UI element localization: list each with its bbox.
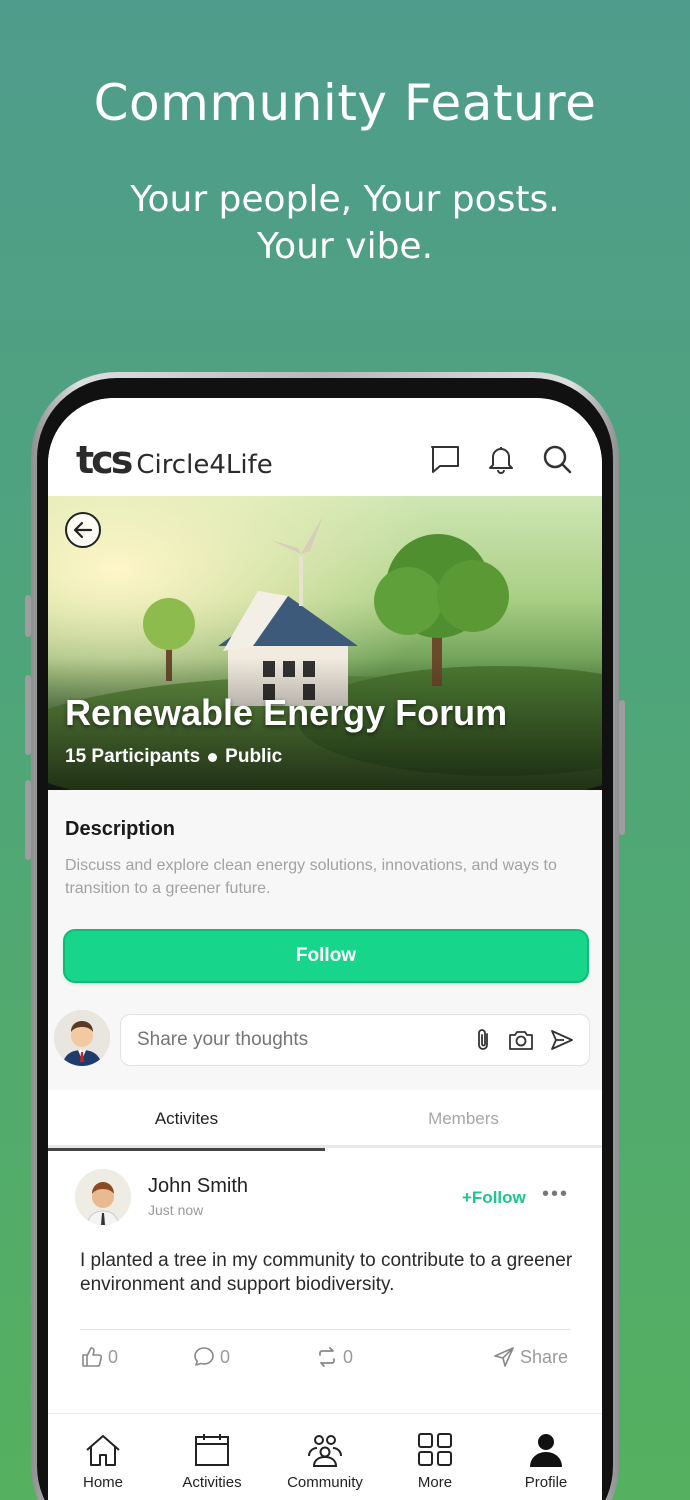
- nav-more[interactable]: More: [385, 1432, 485, 1491]
- composer-actions: [473, 1027, 575, 1053]
- follow-button[interactable]: Follow: [63, 929, 589, 983]
- logo-mark: tcs: [76, 438, 133, 482]
- participants-count: 15 Participants: [65, 746, 201, 767]
- forum-title: Renewable Energy Forum: [65, 692, 508, 733]
- share-button[interactable]: Share: [492, 1345, 568, 1369]
- nav-activities[interactable]: Activities: [162, 1432, 262, 1491]
- post-more-button[interactable]: •••: [542, 1183, 569, 1206]
- bell-icon[interactable]: [484, 442, 518, 476]
- nav-profile[interactable]: Profile: [496, 1432, 596, 1491]
- forum-tabs: Activites Members: [48, 1090, 602, 1151]
- post-divider: [80, 1329, 570, 1330]
- nav-community[interactable]: Community: [275, 1432, 375, 1491]
- share-composer: [120, 1014, 590, 1066]
- person-icon: [530, 1434, 562, 1467]
- nav-home[interactable]: Home: [53, 1432, 153, 1491]
- grid-icon: [418, 1433, 452, 1466]
- nav-activities-label: Activities: [182, 1474, 242, 1491]
- repost-button[interactable]: 0: [315, 1345, 353, 1369]
- meta-separator-dot: [208, 752, 218, 762]
- calendar-icon: [195, 1434, 229, 1466]
- share-label: Share: [520, 1346, 569, 1367]
- post-text: I planted a tree in my community to cont…: [80, 1250, 573, 1295]
- home-icon: [86, 1435, 120, 1466]
- nav-more-label: More: [417, 1474, 453, 1491]
- repost-count: 0: [343, 1346, 354, 1367]
- post-actions: 0 0 0 Share: [80, 1345, 570, 1375]
- nav-profile-label: Profile: [524, 1474, 568, 1491]
- app-logo[interactable]: tcs Circle4Life: [76, 438, 273, 482]
- post-follow-button[interactable]: +Follow: [462, 1188, 526, 1208]
- nav-community-label: Community: [287, 1474, 363, 1491]
- comment-count: 0: [220, 1346, 231, 1367]
- search-icon[interactable]: [540, 442, 574, 476]
- forum-visibility: Public: [225, 746, 283, 767]
- tab-activities[interactable]: Activites: [48, 1090, 325, 1151]
- chat-icon[interactable]: [428, 442, 462, 476]
- app-screen: tcs Circle4Life Renewable Energy Forum 1…: [48, 398, 602, 1500]
- promo-title: Community Feature: [93, 74, 597, 132]
- forum-meta: 15 Participants Public: [65, 746, 282, 768]
- comment-button[interactable]: 0: [192, 1345, 230, 1369]
- phone-volume-up: [25, 675, 31, 755]
- composer-avatar[interactable]: [54, 1010, 110, 1066]
- phone-volume-down: [25, 780, 31, 860]
- phone-power-button: [619, 700, 625, 835]
- arrow-left-icon: [73, 521, 93, 539]
- forum-banner: Renewable Energy Forum 15 Participants P…: [48, 496, 602, 790]
- back-button[interactable]: [65, 512, 101, 548]
- share-send-icon: [494, 1347, 514, 1367]
- camera-icon[interactable]: [507, 1028, 535, 1052]
- like-button[interactable]: 0: [80, 1345, 118, 1369]
- nav-home-label: Home: [82, 1474, 123, 1491]
- tab-members[interactable]: Members: [325, 1090, 602, 1148]
- logo-name: Circle4Life: [136, 450, 273, 480]
- send-icon[interactable]: [549, 1028, 575, 1052]
- phone-side-button: [25, 595, 31, 637]
- user-avatar-icon: [54, 1010, 110, 1066]
- promo-subtitle-line2: Your vibe.: [256, 226, 434, 267]
- description-heading: Description: [65, 818, 176, 840]
- promo-subtitle-line1: Your people, Your posts.: [130, 179, 560, 220]
- share-thoughts-input[interactable]: [137, 1029, 437, 1051]
- community-icon: [308, 1435, 342, 1467]
- attach-icon[interactable]: [473, 1027, 493, 1053]
- post-timestamp: Just now: [148, 1202, 204, 1218]
- repost-icon: [319, 1347, 335, 1367]
- description-text: Discuss and explore clean energy solutio…: [65, 857, 557, 897]
- promo-subtitle: Your people, Your posts. Your vibe.: [0, 176, 690, 270]
- thumbs-up-icon: [82, 1347, 103, 1367]
- author-avatar-icon: [75, 1169, 131, 1225]
- bottom-navigation: Home Activities Community More Profile: [48, 1413, 602, 1500]
- post-author-name[interactable]: John Smith: [148, 1175, 248, 1198]
- like-count: 0: [108, 1346, 119, 1367]
- comment-icon: [194, 1347, 214, 1366]
- post-card: John Smith Just now +Follow ••• I plante…: [48, 1151, 602, 1413]
- header-actions: [428, 442, 574, 476]
- post-author-avatar[interactable]: [75, 1169, 131, 1225]
- app-header: tcs Circle4Life: [48, 398, 602, 496]
